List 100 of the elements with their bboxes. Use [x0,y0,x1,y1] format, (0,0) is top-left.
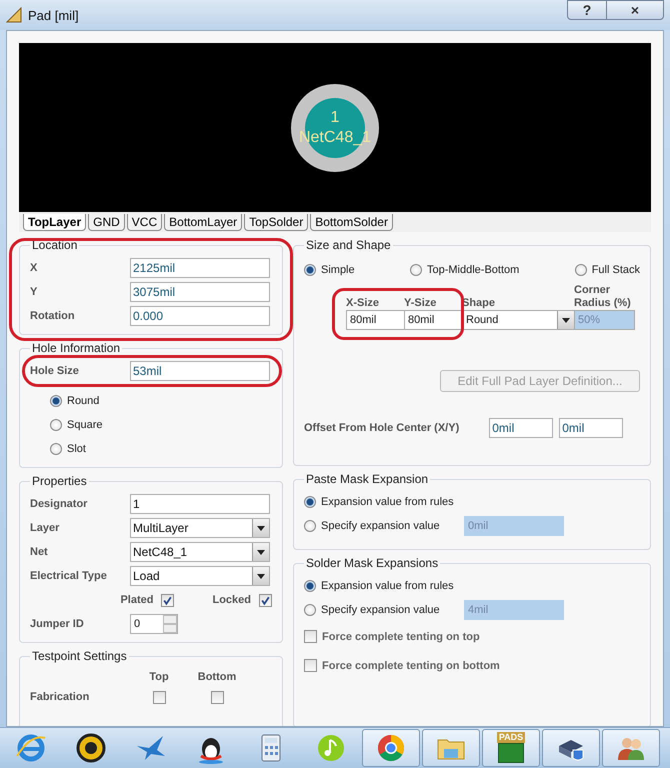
layer-tab[interactable]: TopLayer [23,214,86,231]
checkbox[interactable] [259,594,272,606]
ruler-icon [6,7,22,23]
radio-button[interactable] [304,580,316,592]
radio-option[interactable]: Full Stack [574,258,640,282]
field-label: Fabrication [30,691,90,703]
option-label: Round [67,395,100,407]
input-field[interactable]: 2125mil [130,258,270,278]
table-cell: 50% [574,310,635,330]
music-note-icon [315,732,347,764]
field-label: Rotation [30,310,76,322]
taskbar-button[interactable] [542,729,600,767]
radio-option[interactable]: Specify expansion value [304,514,440,538]
radio-button[interactable] [304,496,316,508]
group-title: Paste Mask Expansion [305,472,430,486]
column-header: Corner Radius (%) [574,283,632,310]
checkbox-label: Locked [212,594,251,606]
coin-icon [75,732,107,764]
layer-tab[interactable]: GND [88,214,125,231]
radio-option[interactable]: Expansion value from rules [304,490,454,514]
field-label: Net [30,546,49,558]
radio-button[interactable] [50,419,62,431]
close-button[interactable]: × [606,0,664,20]
column-header: X-Size [346,296,380,310]
radio-button[interactable] [304,520,316,532]
field-label: Y [30,286,38,298]
table-cell[interactable]: 80mil [346,310,405,330]
checkbox-option[interactable]: Force complete tenting on bottom [304,651,640,680]
layer-tab[interactable]: BottomLayer [164,214,242,231]
option-label: Full Stack [592,264,640,276]
option-label: Specify expansion value [321,604,440,616]
checkbox-option[interactable]: Force complete tenting on top [304,622,640,651]
layer-tab[interactable]: VCC [126,214,162,231]
pad-designator: 1 [330,108,340,128]
dropdown[interactable]: Load [130,566,270,586]
input-field: 4mil [464,600,564,620]
field-label: Jumper ID [30,618,85,630]
group-title: Size and Shape [305,238,392,252]
help-button[interactable]: ? [567,0,607,20]
field-label: X [30,262,38,274]
radio-button[interactable] [304,264,316,276]
layer-tab[interactable]: BottomSolder [310,214,393,231]
window-title: Pad [mil] [28,8,79,22]
field-label: Layer [30,522,60,534]
input-field[interactable]: 0mil [489,418,554,438]
radio-button[interactable] [410,264,422,276]
caret-icon [257,526,265,530]
caret-icon [257,574,265,578]
radio-option[interactable]: Square [30,413,272,437]
group-title: Properties [31,474,88,488]
radio-button[interactable] [304,604,316,616]
option-label: Square [67,419,102,431]
column-header: Bottom [196,671,238,683]
option-label: Force complete tenting on bottom [322,660,500,672]
input-field[interactable]: 53mil [130,361,270,381]
dropdown[interactable]: MultiLayer [130,518,270,538]
checkbox[interactable] [210,690,224,704]
radio-option[interactable]: Specify expansion value [304,598,440,622]
input-field[interactable]: 0.000 [130,306,270,326]
input-field[interactable]: 1 [130,494,270,514]
radio-button[interactable] [50,395,62,407]
browser-icon [375,732,407,764]
checkbox[interactable] [304,630,317,643]
spin-box[interactable]: 0 [130,614,178,634]
radio-button[interactable] [574,264,587,276]
input-field[interactable]: 3075mil [130,282,270,302]
radio-option[interactable]: Simple [304,258,355,282]
caret-icon [257,550,265,554]
group-title: Testpoint Settings [31,649,128,663]
field-label: Hole Size [30,365,80,377]
field-label: Offset From Hole Center (X/Y) [304,422,460,434]
column-header: Top [148,671,170,683]
option-label: Expansion value from rules [321,580,454,592]
radio-button[interactable] [50,443,62,455]
option-label: Top-Middle-Bottom [427,264,520,276]
layer-tab[interactable]: TopSolder [244,214,308,231]
field-label: Electrical Type [30,570,108,582]
caret-icon [562,318,570,322]
input-field: 0mil [464,516,564,536]
radio-option[interactable]: Round [30,389,272,413]
column-header: Y-Size [404,296,438,310]
group-title: Hole Information [31,341,122,355]
group-title: Location [31,238,78,252]
option-label: Force complete tenting on top [322,630,480,642]
radio-option[interactable]: Expansion value from rules [304,574,454,598]
radio-option[interactable]: Top-Middle-Bottom [410,258,520,282]
checkbox[interactable] [304,659,317,672]
checkbox[interactable] [161,594,174,606]
dropdown[interactable]: NetC48_1 [130,542,270,562]
radio-option[interactable]: Slot [30,437,272,461]
checkbox[interactable] [152,690,166,704]
globe-icon [15,732,47,764]
input-field[interactable]: 0mil [559,418,624,438]
group-title: Solder Mask Expansions [305,556,440,570]
option-label: Simple [321,264,355,276]
option-label: Specify expansion value [321,520,440,532]
dropdown[interactable]: Round [462,310,575,330]
field-label: Designator [30,498,88,510]
checkbox-label: Plated [120,594,154,606]
option-label: Slot [67,443,86,455]
